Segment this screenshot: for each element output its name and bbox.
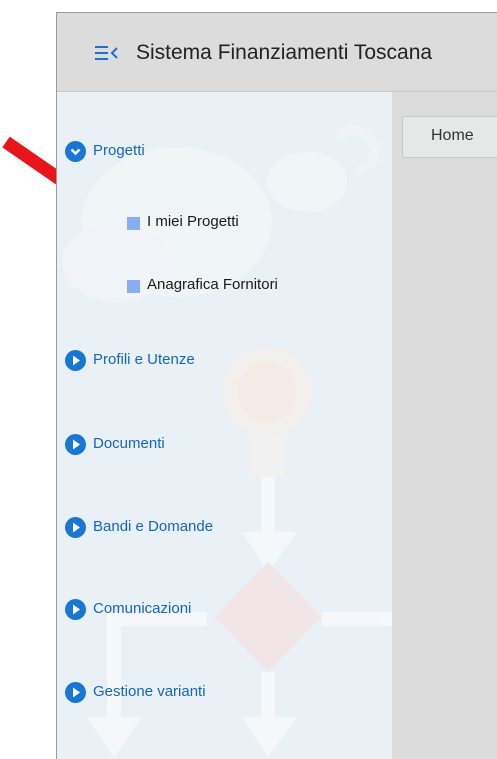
chevron-right-circle-icon bbox=[65, 434, 86, 455]
tab-home[interactable]: Home bbox=[402, 116, 497, 158]
chevron-right-circle-icon bbox=[65, 517, 86, 538]
sidebar-subitem-label: Anagrafica Fornitori bbox=[147, 276, 278, 293]
chevron-right-circle-icon bbox=[65, 682, 86, 703]
app-header: Sistema Finanziamenti Toscana bbox=[57, 13, 497, 92]
chevron-down-circle-icon bbox=[65, 141, 86, 162]
square-bullet-icon bbox=[127, 280, 140, 293]
sidebar-subitem-label: I miei Progetti bbox=[147, 213, 239, 230]
chevron-right-circle-icon bbox=[65, 350, 86, 371]
sidebar-item-label: Bandi e Domande bbox=[93, 518, 214, 535]
menu-collapse-icon[interactable] bbox=[95, 45, 119, 61]
main-content: Home bbox=[392, 92, 497, 759]
app-title: Sistema Finanziamenti Toscana bbox=[136, 41, 433, 64]
sidebar-item-label: Comunicazioni bbox=[93, 600, 192, 617]
app-window: Sistema Finanziamenti Toscana Progetti I… bbox=[56, 12, 497, 759]
tab-home-label: Home bbox=[431, 127, 474, 144]
chevron-right-circle-icon bbox=[65, 599, 86, 620]
square-bullet-icon bbox=[127, 217, 140, 230]
sidebar-item-label: Progetti bbox=[93, 142, 145, 159]
sidebar: Progetti I miei Progetti Anagrafica Forn… bbox=[57, 92, 392, 759]
background-illustration bbox=[62, 125, 392, 757]
sidebar-item-label: Documenti bbox=[93, 435, 165, 452]
sidebar-item-label: Profili e Utenze bbox=[93, 351, 195, 368]
sidebar-item-label: Gestione varianti bbox=[93, 683, 206, 700]
